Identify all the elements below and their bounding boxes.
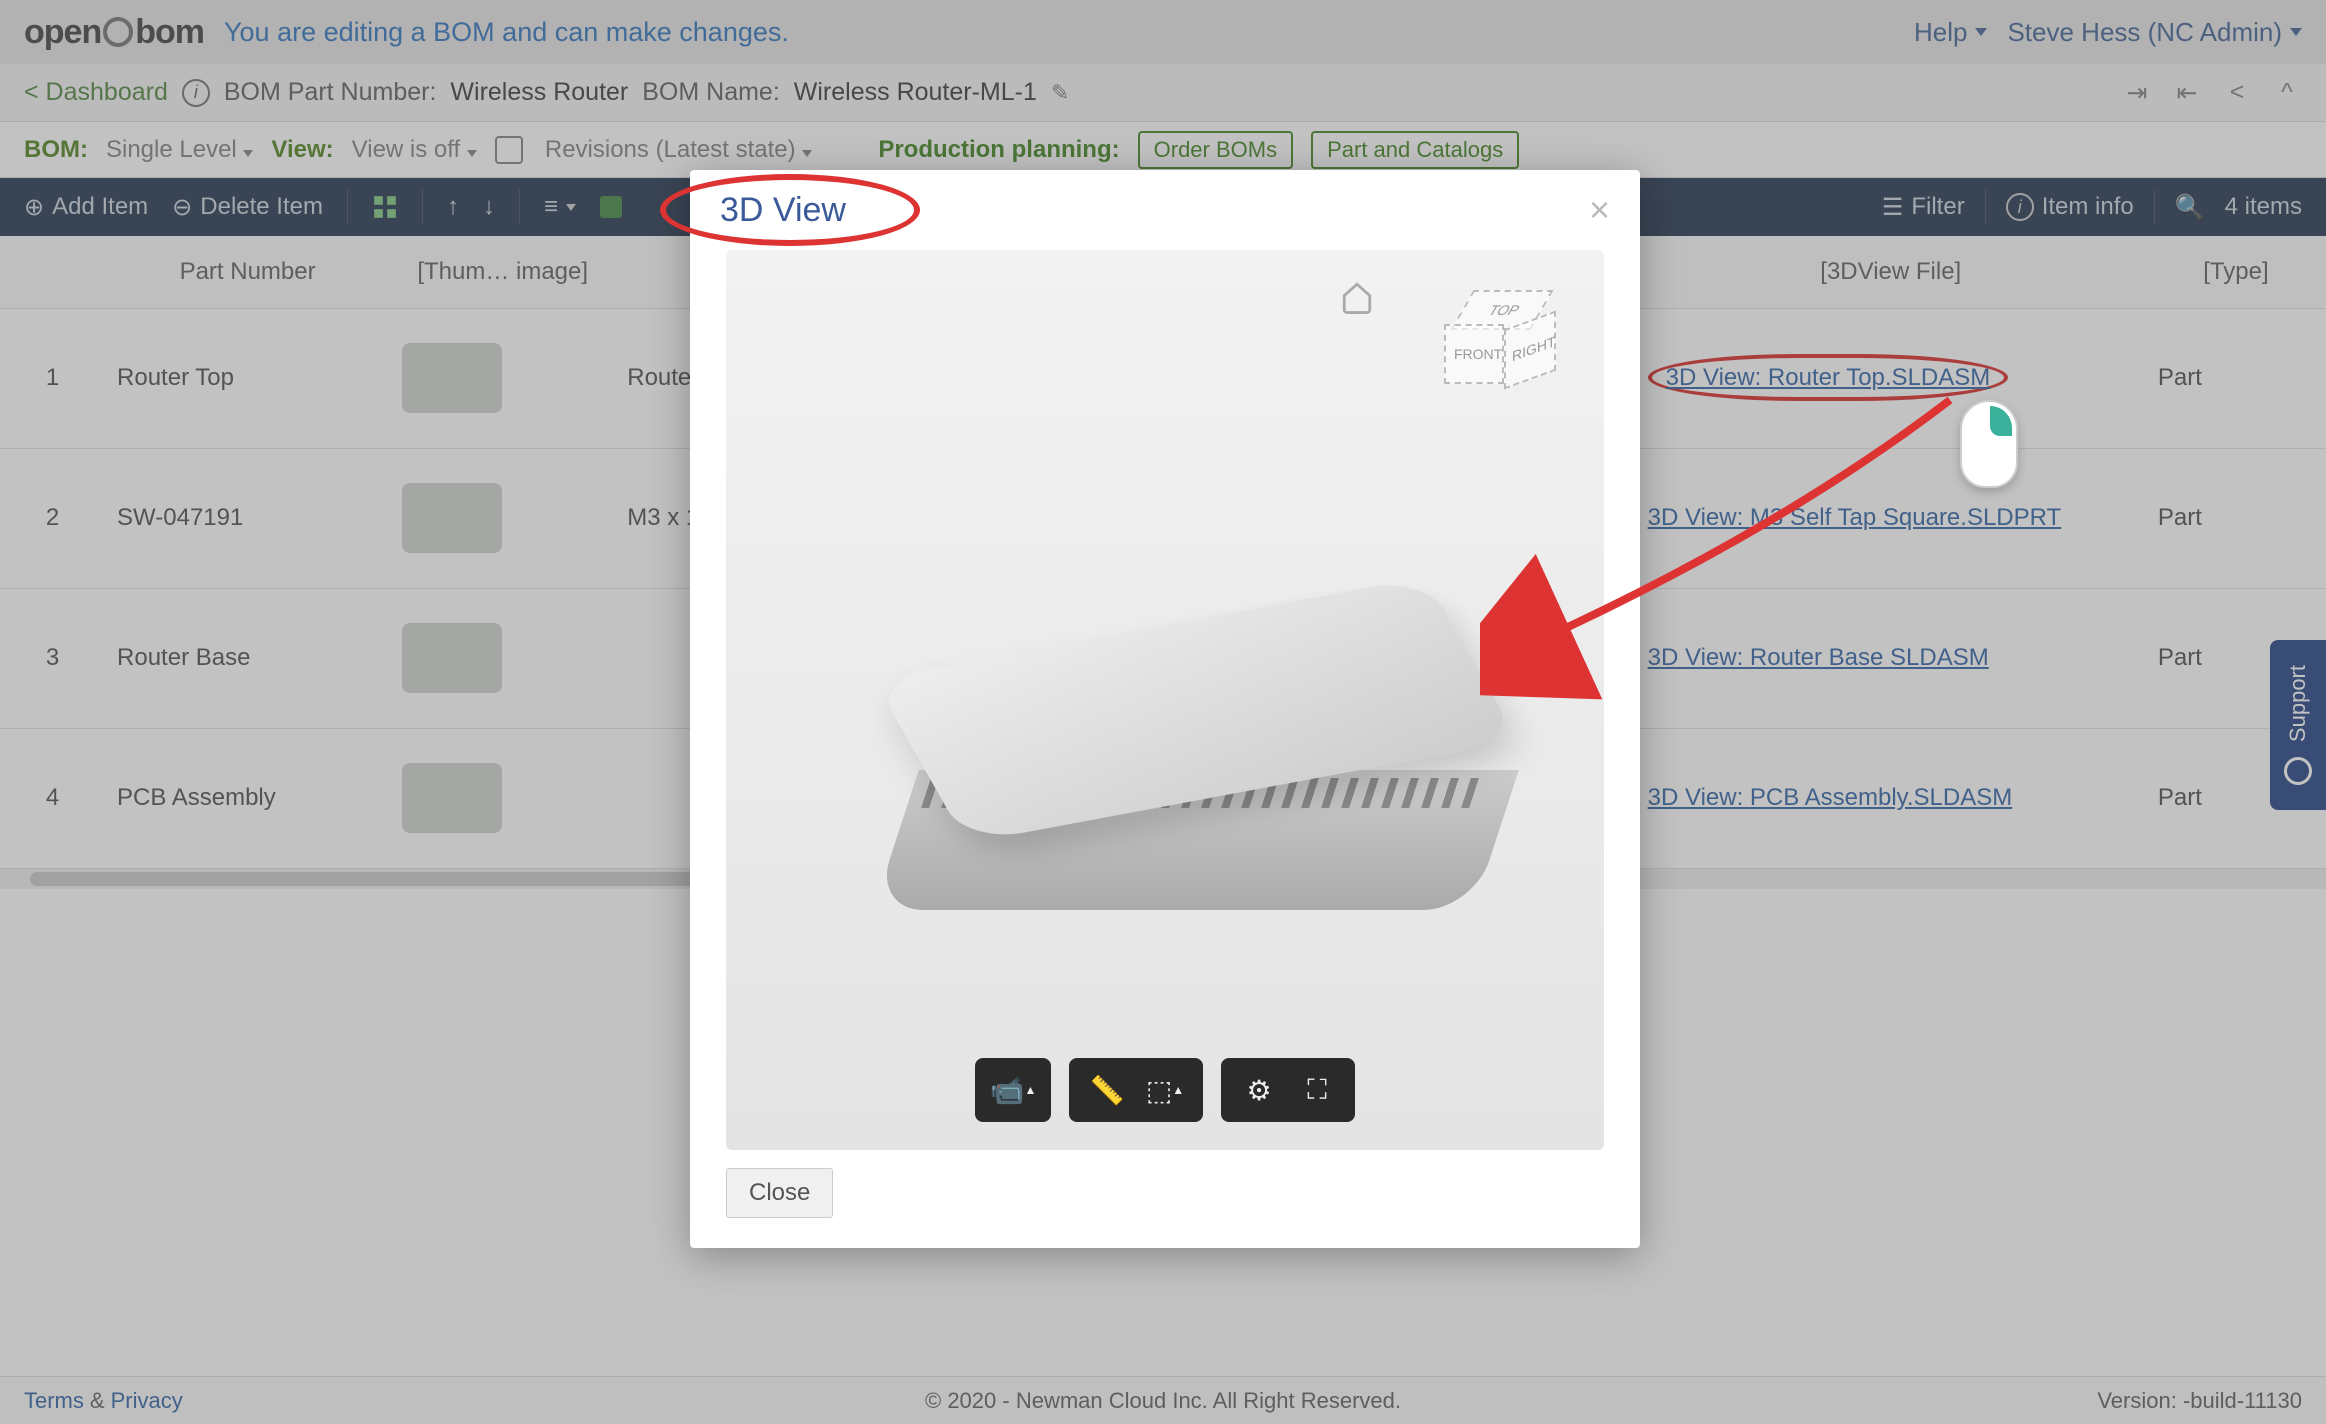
camera-icon[interactable]: 📹▲ <box>995 1072 1031 1108</box>
camera-tool-group[interactable]: 📹▲ <box>975 1058 1051 1122</box>
orientation-cube[interactable]: TOP FRONT RIGHT <box>1444 286 1554 396</box>
modal-title: 3D View <box>720 191 846 230</box>
annotation-mouse-icon <box>1960 400 2018 488</box>
fullscreen-icon[interactable]: ⛶ <box>1299 1072 1335 1108</box>
3d-model[interactable] <box>846 530 1546 1030</box>
home-icon[interactable] <box>1340 280 1374 314</box>
settings-icon[interactable]: ⚙ <box>1241 1072 1277 1108</box>
3d-view-modal: 3D View × TOP FRONT RIGHT 📹▲ 📏 ⬚▲ ⚙ ⛶ <box>690 170 1640 1248</box>
explode-icon[interactable]: ⬚▲ <box>1147 1072 1183 1108</box>
ruler-icon[interactable]: 📏 <box>1089 1072 1125 1108</box>
modal-close-button[interactable]: × <box>1589 189 1610 231</box>
settings-tool-group: ⚙ ⛶ <box>1221 1058 1355 1122</box>
close-button[interactable]: Close <box>726 1168 833 1218</box>
measure-tool-group: 📏 ⬚▲ <box>1069 1058 1203 1122</box>
3d-viewer-canvas[interactable]: TOP FRONT RIGHT 📹▲ 📏 ⬚▲ ⚙ ⛶ <box>726 250 1604 1150</box>
viewer-toolbar: 📹▲ 📏 ⬚▲ ⚙ ⛶ <box>975 1058 1355 1122</box>
